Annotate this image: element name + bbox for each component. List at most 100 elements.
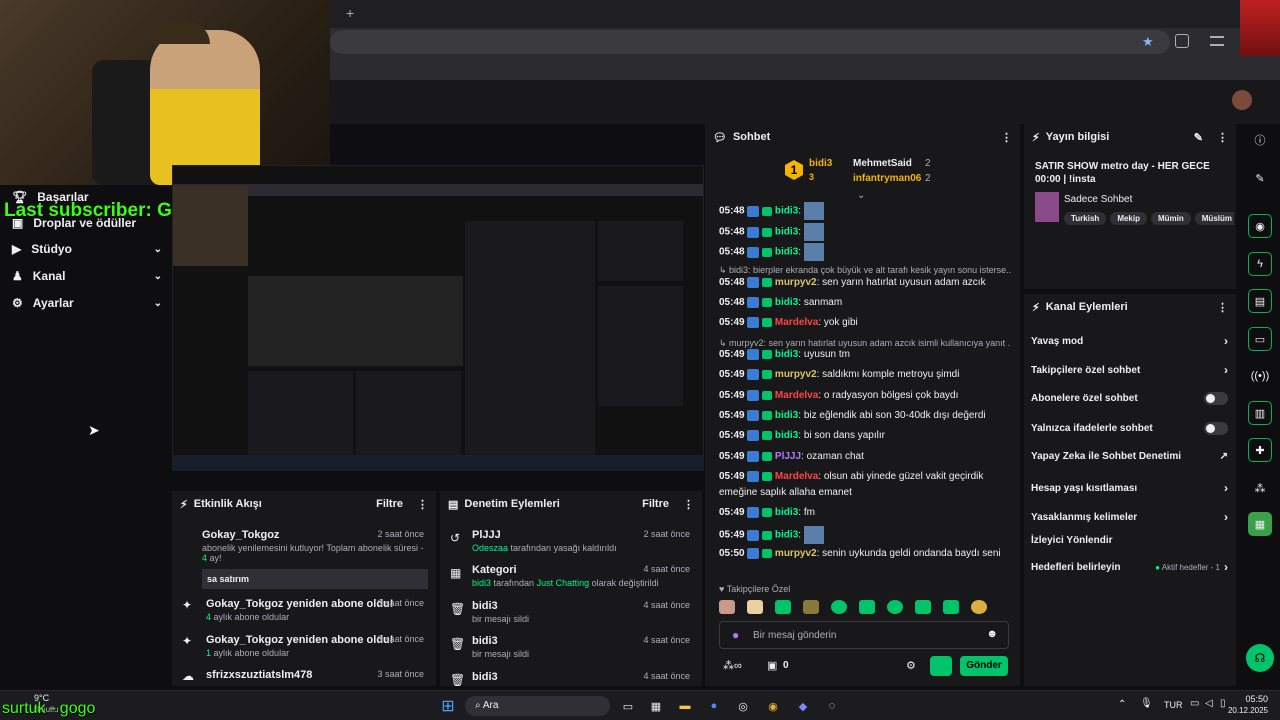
message-username[interactable]: Mardelva: [775, 390, 818, 401]
stream-preview[interactable]: [172, 165, 704, 470]
action-slow-mode[interactable]: Yavaş mod ›: [1031, 334, 1228, 348]
emote[interactable]: [887, 600, 903, 614]
nav-label: Stüdyo: [31, 242, 72, 256]
tag[interactable]: Mekip: [1110, 212, 1147, 225]
emoji-icon[interactable]: ☻: [986, 628, 998, 640]
nav-item-channel[interactable]: ♟ Kanal ⌄: [12, 269, 162, 283]
message-username[interactable]: bidi3: [775, 247, 798, 258]
message-username[interactable]: bidi3: [775, 206, 798, 217]
bot-icon[interactable]: [930, 656, 952, 676]
new-tab-button[interactable]: +: [346, 5, 354, 21]
action-goals[interactable]: Hedefleri belirleyin ● Aktif hedefler - 1…: [1031, 560, 1228, 574]
extension-icon[interactable]: ▦: [1248, 512, 1272, 536]
tag[interactable]: Turkish: [1064, 212, 1107, 225]
task-view-icon[interactable]: ▭: [618, 696, 638, 716]
emote[interactable]: [803, 600, 819, 614]
emote[interactable]: [775, 600, 791, 614]
obs-icon[interactable]: ◌: [822, 696, 842, 716]
taskbar-search[interactable]: ⌕ Ara: [465, 696, 610, 716]
avatar[interactable]: [1232, 90, 1252, 110]
clipboard-icon[interactable]: ▤: [1248, 289, 1272, 313]
message-username[interactable]: murpyv2: [775, 548, 817, 559]
bookmark-star-icon[interactable]: ★: [1142, 34, 1154, 50]
emote[interactable]: [859, 600, 875, 614]
action-followers-only[interactable]: Takipçilere özel sohbet ›: [1031, 363, 1228, 377]
message-username[interactable]: bidi3: [775, 430, 798, 441]
emote[interactable]: [943, 600, 959, 614]
filter-button[interactable]: Filtre: [642, 498, 669, 510]
info-icon[interactable]: ⓘ: [1248, 128, 1272, 152]
calculator-icon[interactable]: ▦: [646, 696, 666, 716]
subscribers-only-toggle[interactable]: [1204, 392, 1228, 405]
more-icon[interactable]: ⋮: [1217, 301, 1228, 314]
message-username[interactable]: bidi3: [775, 349, 798, 360]
nav-item-settings[interactable]: ⚙ Ayarlar ⌄: [12, 296, 162, 310]
emote[interactable]: [831, 600, 847, 614]
tag[interactable]: Mümin: [1150, 212, 1191, 225]
action-ai-moderation[interactable]: Yapay Zeka ile Sohbet Denetimi ↗: [1031, 451, 1228, 462]
clock-date[interactable]: 20.12.2025: [1218, 706, 1268, 715]
chat-input[interactable]: ● Bir mesaj gönderin ☻: [719, 621, 1009, 649]
send-button[interactable]: Gönder: [960, 656, 1008, 676]
more-icon[interactable]: ⋮: [1217, 131, 1228, 144]
mic-tray-icon[interactable]: 🎙︎: [1140, 698, 1153, 709]
message-timestamp: 05:48: [719, 277, 745, 288]
extensions-icon[interactable]: [1175, 34, 1189, 48]
message-username[interactable]: murpyv2: [775, 369, 817, 380]
more-icon[interactable]: ⋮: [683, 498, 694, 511]
language-indicator[interactable]: TUR: [1164, 700, 1183, 710]
filter-button[interactable]: Filtre: [376, 498, 403, 510]
points-icon[interactable]: ⁂∞: [723, 659, 742, 672]
menu-icon[interactable]: [1210, 36, 1224, 46]
clock-time[interactable]: 05:50: [1226, 694, 1268, 704]
emote[interactable]: [719, 600, 735, 614]
message-username[interactable]: murpyv2: [775, 277, 817, 288]
address-bar[interactable]: [330, 30, 1170, 54]
gift-icon[interactable]: ▣: [767, 659, 777, 672]
emote[interactable]: [747, 600, 763, 614]
chevron-up-icon[interactable]: ⌃: [1118, 699, 1126, 710]
broadcast-icon[interactable]: ((•)): [1248, 364, 1272, 388]
points-icon[interactable]: ⁂: [1248, 476, 1272, 500]
bolt-icon[interactable]: ϟ: [1248, 252, 1272, 276]
collapse-icon[interactable]: ⌄: [857, 190, 865, 201]
nav-item-studio[interactable]: ▶ Stüdyo ⌄: [12, 242, 162, 256]
message-username[interactable]: Mardelva: [775, 471, 818, 482]
discord-icon[interactable]: ◆: [793, 696, 813, 716]
message-username[interactable]: PlJJJ: [775, 451, 801, 462]
tag[interactable]: Müslüm: [1194, 212, 1234, 225]
headset-icon[interactable]: ☊: [1246, 644, 1274, 672]
layout-icon[interactable]: ▥: [1248, 401, 1272, 425]
pencil-icon[interactable]: ✎: [1248, 166, 1272, 190]
message-timestamp: 05:49: [719, 349, 745, 360]
more-icon[interactable]: ⋮: [417, 498, 428, 511]
emote[interactable]: [971, 600, 987, 614]
emote[interactable]: [915, 600, 931, 614]
wrench-icon[interactable]: ✚: [1248, 438, 1272, 462]
steam-icon[interactable]: ◎: [733, 696, 753, 716]
emote-only-toggle[interactable]: [1204, 422, 1228, 435]
edit-icon[interactable]: ✎: [1194, 131, 1203, 144]
message-username[interactable]: bidi3: [775, 410, 798, 421]
message-username[interactable]: bidi3: [775, 297, 798, 308]
chat-icon[interactable]: ▭: [1248, 327, 1272, 351]
action-account-age[interactable]: Hesap yaşı kısıtlaması ›: [1031, 481, 1228, 495]
message-username[interactable]: Mardelva: [775, 317, 818, 328]
network-icon[interactable]: ▭: [1190, 698, 1199, 709]
message-username[interactable]: bidi3: [775, 530, 798, 541]
gear-icon[interactable]: ⚙: [906, 659, 916, 672]
action-banned-words[interactable]: Yasaklanmış kelimeler ›: [1031, 510, 1228, 524]
activity-time: 2 saat önce: [377, 529, 424, 539]
app-icon[interactable]: ●: [704, 696, 724, 716]
speaker-icon[interactable]: ◁: [1205, 698, 1213, 709]
folder-icon[interactable]: ▬: [675, 696, 695, 716]
camera-icon[interactable]: ◉: [1248, 214, 1272, 238]
windows-start-icon[interactable]: ⊞: [438, 696, 458, 716]
chrome-icon[interactable]: ◉: [763, 696, 783, 716]
more-icon[interactable]: ⋮: [1001, 131, 1012, 144]
message-username[interactable]: bidi3: [775, 227, 798, 238]
action-raid[interactable]: İzleyici Yönlendir: [1031, 535, 1228, 546]
mic-icon[interactable]: ●: [732, 628, 739, 642]
message-username[interactable]: bidi3: [775, 507, 798, 518]
message-text: : yok gibi: [818, 317, 858, 328]
